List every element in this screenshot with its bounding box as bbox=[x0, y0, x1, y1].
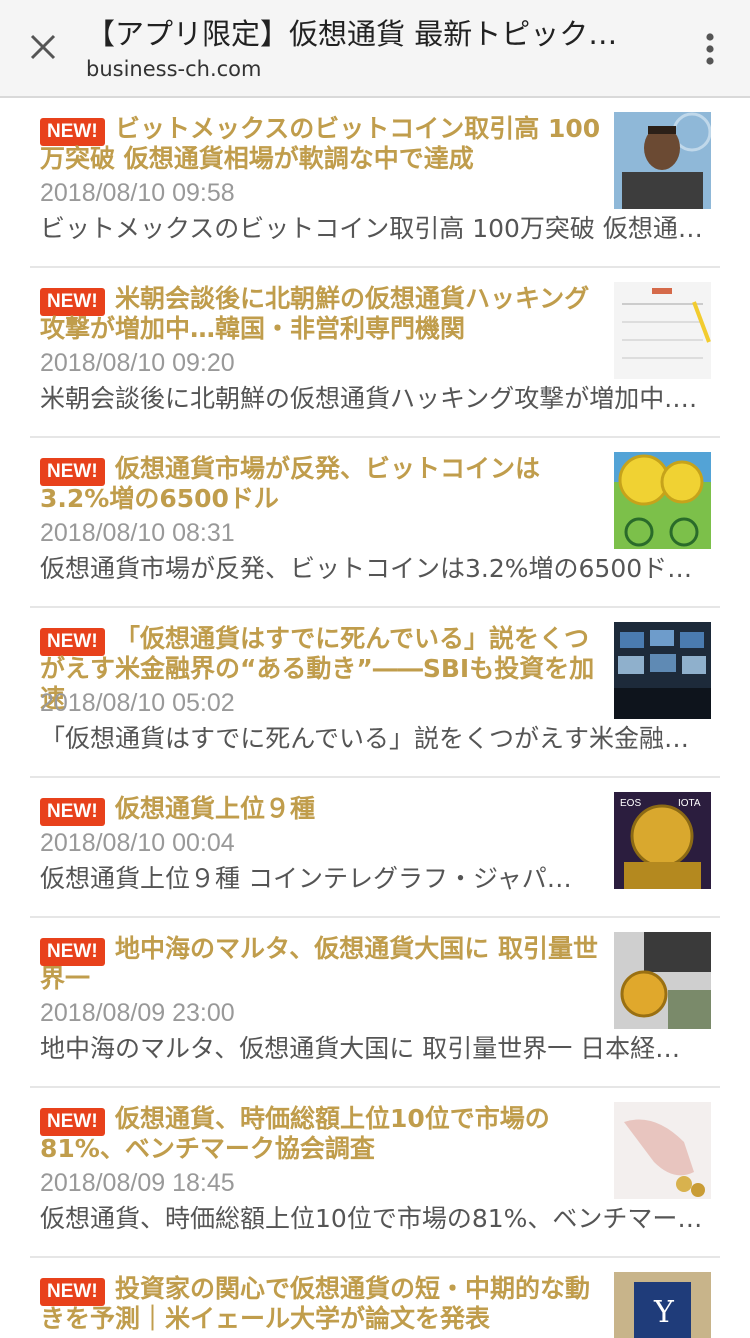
article-thumbnail[interactable] bbox=[614, 932, 711, 1029]
article-title[interactable]: 投資家の関心で仮想通貨の短・中期的な動きを予測｜米イェール大学が論文を発表 bbox=[40, 1274, 605, 1334]
browser-top-bar: 【アプリ限定】仮想通貨 最新トピック … business-ch.com bbox=[0, 0, 750, 98]
thumbnail-hand-coins-image bbox=[614, 1102, 711, 1199]
article-item[interactable]: NEW! 米朝会談後に北朝鮮の仮想通貨ハッキング攻撃が増加中…韓国・非営利専門機… bbox=[30, 268, 720, 438]
article-title[interactable]: 仮想通貨市場が反発、ビットコインは3.2%増の6500ドル bbox=[40, 454, 605, 514]
thumbnail-document-image bbox=[614, 282, 711, 379]
article-summary: 仮想通貨市場が反発、ビットコインは3.2%増の6500ド… bbox=[40, 554, 693, 583]
thumbnail-yale-image: Y bbox=[614, 1272, 711, 1338]
article-summary: 仮想通貨上位９種 コインテレグラフ・ジャパ… bbox=[40, 864, 572, 893]
article-date: 2018/08/10 09:58 bbox=[40, 179, 235, 207]
thumbnail-person-image bbox=[614, 112, 711, 209]
article-thumbnail[interactable] bbox=[614, 452, 711, 549]
thumb-label-iota: IOTA bbox=[678, 798, 701, 809]
article-item[interactable]: NEW! ビットメックスのビットコイン取引高 100万突破 仮想通貨相場が軟調な… bbox=[30, 98, 720, 268]
article-item[interactable]: NEW! 投資家の関心で仮想通貨の短・中期的な動きを予測｜米イェール大学が論文を… bbox=[30, 1258, 720, 1338]
page-title: 【アプリ限定】仮想通貨 最新トピック … bbox=[86, 17, 626, 51]
page-url: business-ch.com bbox=[86, 57, 262, 81]
article-item[interactable]: NEW! 仮想通貨上位９種 2018/08/10 00:04 仮想通貨上位９種 … bbox=[30, 778, 720, 918]
article-thumbnail[interactable]: EOS IOTA bbox=[614, 792, 711, 889]
article-date: 2018/08/09 23:00 bbox=[40, 999, 235, 1027]
thumbnail-bitcoin-keyboard-image bbox=[614, 932, 711, 1029]
article-date: 2018/08/10 09:20 bbox=[40, 349, 235, 377]
article-thumbnail[interactable]: Y bbox=[614, 1272, 711, 1338]
close-icon bbox=[30, 34, 56, 60]
article-title[interactable]: ビットメックスのビットコイン取引高 100万突破 仮想通貨相場が軟調な中で達成 bbox=[40, 114, 605, 174]
article-title[interactable]: 仮想通貨上位９種 bbox=[40, 794, 605, 824]
close-button[interactable] bbox=[18, 22, 68, 72]
article-date: 2018/08/10 00:04 bbox=[40, 829, 235, 857]
article-summary: ビットメックスのビットコイン取引高 100万突破 仮想通… bbox=[40, 214, 703, 243]
article-item[interactable]: NEW! 地中海のマルタ、仮想通貨大国に 取引量世界一 2018/08/09 2… bbox=[30, 918, 720, 1088]
svg-text:Y: Y bbox=[653, 1295, 675, 1330]
more-vertical-icon bbox=[706, 33, 714, 65]
article-date: 2018/08/10 08:31 bbox=[40, 519, 235, 547]
article-summary: 地中海のマルタ、仮想通貨大国に 取引量世界一 日本経… bbox=[40, 1034, 681, 1063]
article-summary: 仮想通貨、時価総額上位10位で市場の81%、ベンチマー… bbox=[40, 1204, 703, 1233]
thumb-label-eos: EOS bbox=[620, 798, 641, 809]
more-options-button[interactable] bbox=[690, 24, 730, 74]
article-thumbnail[interactable] bbox=[614, 1102, 711, 1199]
article-summary: 「仮想通貨はすでに死んでいる」説をくつがえす米金融界… bbox=[40, 724, 710, 753]
article-title[interactable]: 地中海のマルタ、仮想通貨大国に 取引量世界一 bbox=[40, 934, 605, 994]
article-title[interactable]: 米朝会談後に北朝鮮の仮想通貨ハッキング攻撃が増加中…韓国・非営利専門機関 bbox=[40, 284, 605, 344]
thumbnail-coin-bicycle-image bbox=[614, 452, 711, 549]
article-date: 2018/08/10 05:02 bbox=[40, 689, 235, 717]
article-thumbnail[interactable] bbox=[614, 622, 711, 719]
article-item[interactable]: NEW! 仮想通貨、時価総額上位10位で市場の81%、ベンチマーク協会調査 20… bbox=[30, 1088, 720, 1258]
article-title[interactable]: 仮想通貨、時価総額上位10位で市場の81%、ベンチマーク協会調査 bbox=[40, 1104, 605, 1164]
thumbnail-trading-floor-image bbox=[614, 622, 711, 719]
article-item[interactable]: NEW! 「仮想通貨はすでに死んでいる」説をくつがえす米金融界の“ある動き”――… bbox=[30, 608, 720, 778]
article-thumbnail[interactable] bbox=[614, 112, 711, 209]
article-thumbnail[interactable] bbox=[614, 282, 711, 379]
article-summary: 米朝会談後に北朝鮮の仮想通貨ハッキング攻撃が増加中.… bbox=[40, 384, 698, 413]
article-date: 2018/08/09 18:45 bbox=[40, 1169, 235, 1197]
thumbnail-crypto-coins-image: EOS IOTA bbox=[614, 792, 711, 889]
article-item[interactable]: NEW! 仮想通貨市場が反発、ビットコインは3.2%増の6500ドル 2018/… bbox=[30, 438, 720, 608]
article-list: NEW! ビットメックスのビットコイン取引高 100万突破 仮想通貨相場が軟調な… bbox=[0, 98, 750, 1338]
